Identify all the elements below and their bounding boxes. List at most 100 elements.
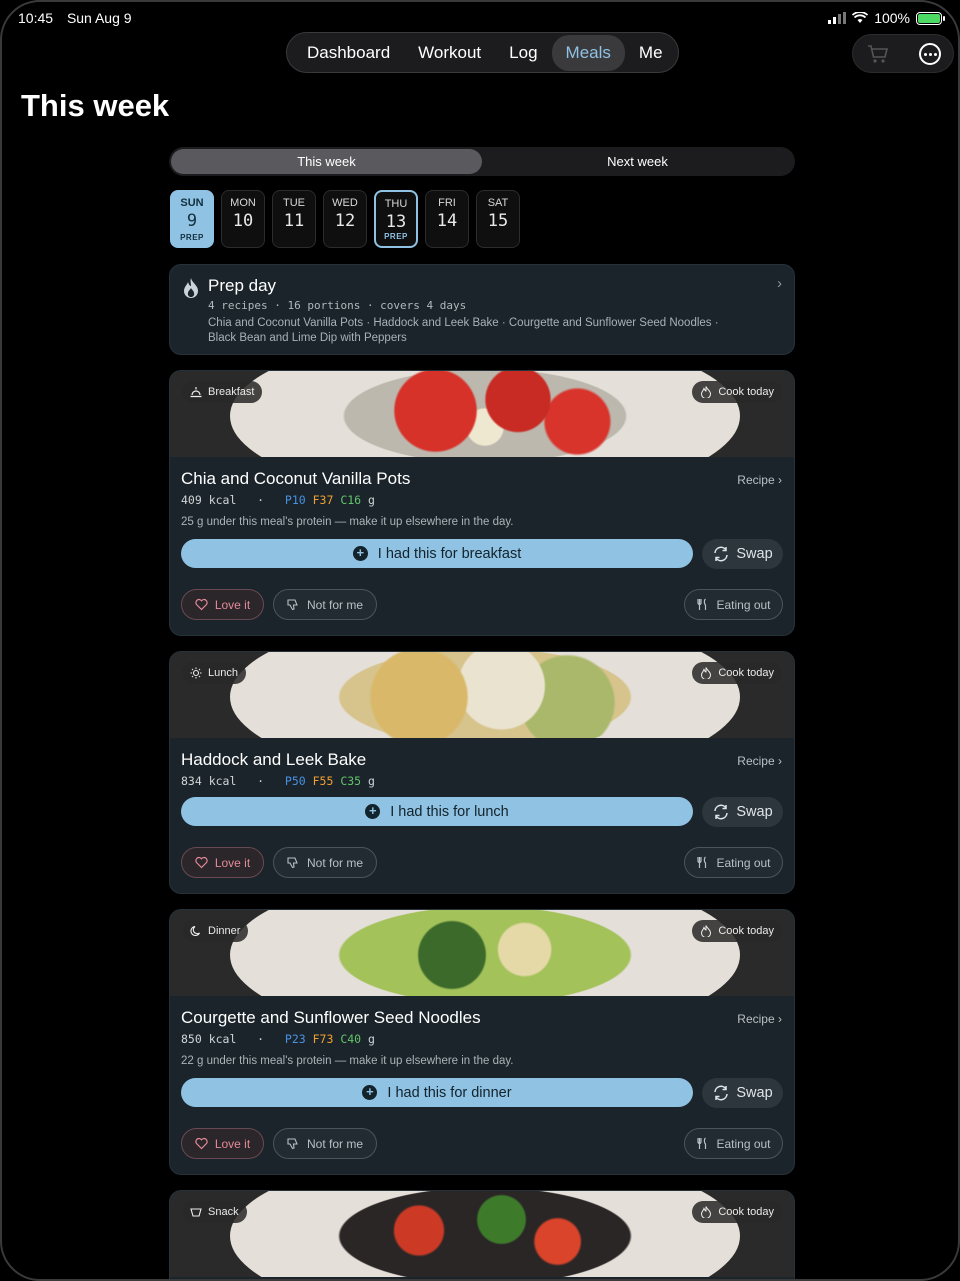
protein-note: 22 g under this meal's protein — make it… bbox=[181, 1055, 514, 1067]
cook-today-badge: Cook today bbox=[692, 662, 782, 684]
not-for-me-label: Not for me bbox=[306, 597, 363, 612]
heart-icon bbox=[195, 1137, 208, 1150]
day-number: 11 bbox=[283, 211, 305, 231]
more-icon[interactable] bbox=[919, 43, 941, 65]
day-picker: SUN 9 PREP MON 10 TUE 11 WED 12 THU 13 PREP FRI… bbox=[170, 190, 520, 248]
meal-type-badge: Dinner bbox=[182, 920, 249, 942]
tab-log[interactable]: Log bbox=[495, 35, 551, 71]
tab-meals[interactable]: Meals bbox=[551, 34, 625, 71]
day-name: SUN bbox=[180, 197, 204, 209]
recipe-label: Recipe bbox=[737, 754, 775, 768]
flame-icon bbox=[701, 667, 712, 679]
prep-meta: 4 recipes · 16 portions · covers 4 days bbox=[208, 299, 467, 312]
eating-out-label: Eating out bbox=[716, 597, 771, 612]
swap-label: Swap bbox=[736, 1085, 773, 1101]
meal-title: Haddock and Leek Bake bbox=[181, 750, 367, 769]
flame-icon bbox=[701, 386, 712, 398]
cook-today-label: Cook today bbox=[718, 925, 774, 937]
this-week-button[interactable]: This week bbox=[171, 149, 482, 174]
day-number: 12 bbox=[334, 211, 356, 231]
meal-title: Courgette and Sunflower Seed Noodles bbox=[181, 1008, 481, 1027]
love-it-button[interactable]: Love it bbox=[181, 1128, 264, 1159]
eating-out-label: Eating out bbox=[716, 855, 771, 870]
week-toggle: This week Next week bbox=[169, 147, 795, 176]
had-this-button[interactable]: + I had this for breakfast bbox=[181, 539, 693, 568]
day-name: FRI bbox=[438, 197, 456, 209]
day-name: TUE bbox=[283, 197, 305, 209]
had-this-label: I had this for breakfast bbox=[377, 545, 522, 562]
protein-value: P23 bbox=[284, 1032, 306, 1046]
day-name: MON bbox=[230, 197, 256, 209]
not-for-me-button[interactable]: Not for me bbox=[273, 847, 377, 878]
eating-out-button[interactable]: Eating out bbox=[684, 589, 783, 620]
macro-unit: g bbox=[368, 1032, 375, 1046]
day-fri[interactable]: FRI 14 bbox=[425, 190, 469, 248]
day-number: 13 bbox=[385, 212, 407, 232]
meal-type-label: Lunch bbox=[208, 667, 238, 679]
day-thu[interactable]: THU 13 PREP bbox=[374, 190, 418, 248]
day-number: 10 bbox=[232, 211, 254, 231]
day-sat[interactable]: SAT 15 bbox=[476, 190, 520, 248]
protein-note: 25 g under this meal's protein — make it… bbox=[181, 516, 514, 528]
wifi-icon bbox=[852, 12, 869, 23]
swap-button[interactable]: Swap bbox=[702, 797, 783, 827]
recipe-label: Recipe bbox=[737, 473, 775, 487]
carb-value: C35 bbox=[340, 774, 362, 788]
swap-button[interactable]: Swap bbox=[702, 539, 783, 569]
prep-tag: PREP bbox=[384, 232, 408, 241]
not-for-me-label: Not for me bbox=[306, 855, 363, 870]
recipe-link[interactable]: Recipe › bbox=[737, 754, 782, 768]
meal-title: Chia and Coconut Vanilla Pots bbox=[181, 469, 411, 488]
had-this-button[interactable]: + I had this for dinner bbox=[181, 1078, 693, 1107]
cart-icon[interactable] bbox=[867, 44, 889, 64]
status-time: 10:45 bbox=[18, 10, 54, 26]
meal-type-badge: Breakfast bbox=[182, 381, 263, 403]
meal-type-label: Snack bbox=[208, 1206, 239, 1218]
page-title: This week bbox=[21, 88, 170, 123]
tab-dashboard[interactable]: Dashboard bbox=[293, 35, 404, 71]
tab-me[interactable]: Me bbox=[625, 35, 677, 71]
cutlery-icon bbox=[697, 856, 707, 868]
recipe-link[interactable]: Recipe › bbox=[737, 473, 782, 487]
day-number: 9 bbox=[186, 211, 198, 231]
battery-icon bbox=[916, 11, 945, 25]
eating-out-button[interactable]: Eating out bbox=[684, 847, 783, 878]
macro-separator: · bbox=[257, 493, 265, 507]
love-it-label: Love it bbox=[214, 597, 251, 612]
meal-macros: 409 kcal · P10 F37 C16 g bbox=[181, 493, 375, 507]
day-wed[interactable]: WED 12 bbox=[323, 190, 367, 248]
flame-icon bbox=[184, 278, 198, 298]
protein-value: P50 bbox=[284, 774, 306, 788]
flame-icon bbox=[701, 1206, 712, 1218]
love-it-label: Love it bbox=[214, 855, 251, 870]
prep-day-card[interactable]: Prep day 4 recipes · 16 portions · cover… bbox=[169, 264, 795, 355]
day-sun[interactable]: SUN 9 PREP bbox=[170, 190, 214, 248]
recipe-link[interactable]: Recipe › bbox=[737, 1012, 782, 1026]
day-mon[interactable]: MON 10 bbox=[221, 190, 265, 248]
plus-icon: + bbox=[365, 804, 381, 819]
love-it-button[interactable]: Love it bbox=[181, 847, 264, 878]
meal-type-label: Dinner bbox=[208, 925, 241, 937]
status-date: Sun Aug 9 bbox=[66, 10, 132, 26]
top-actions bbox=[852, 34, 954, 73]
meal-card-lunch: Lunch Cook today Haddock and Leek Bake R… bbox=[169, 651, 795, 894]
carb-value: C40 bbox=[340, 1032, 362, 1046]
swap-icon bbox=[714, 546, 729, 562]
tab-workout[interactable]: Workout bbox=[404, 35, 495, 71]
love-it-button[interactable]: Love it bbox=[181, 589, 264, 620]
prep-tag: PREP bbox=[180, 233, 204, 242]
plus-icon: + bbox=[362, 1085, 378, 1100]
not-for-me-button[interactable]: Not for me bbox=[273, 1128, 377, 1159]
not-for-me-button[interactable]: Not for me bbox=[273, 589, 377, 620]
next-week-button[interactable]: Next week bbox=[482, 149, 793, 174]
macro-separator: · bbox=[257, 1032, 265, 1046]
prep-title: Prep day bbox=[208, 276, 277, 295]
day-tue[interactable]: TUE 11 bbox=[272, 190, 316, 248]
cook-today-label: Cook today bbox=[718, 1206, 774, 1218]
eating-out-label: Eating out bbox=[716, 1136, 771, 1151]
had-this-button[interactable]: + I had this for lunch bbox=[181, 797, 693, 826]
meal-type-badge: Snack bbox=[182, 1201, 247, 1223]
swap-button[interactable]: Swap bbox=[702, 1078, 783, 1108]
eating-out-button[interactable]: Eating out bbox=[684, 1128, 783, 1159]
thumbs-down-icon bbox=[287, 599, 298, 611]
